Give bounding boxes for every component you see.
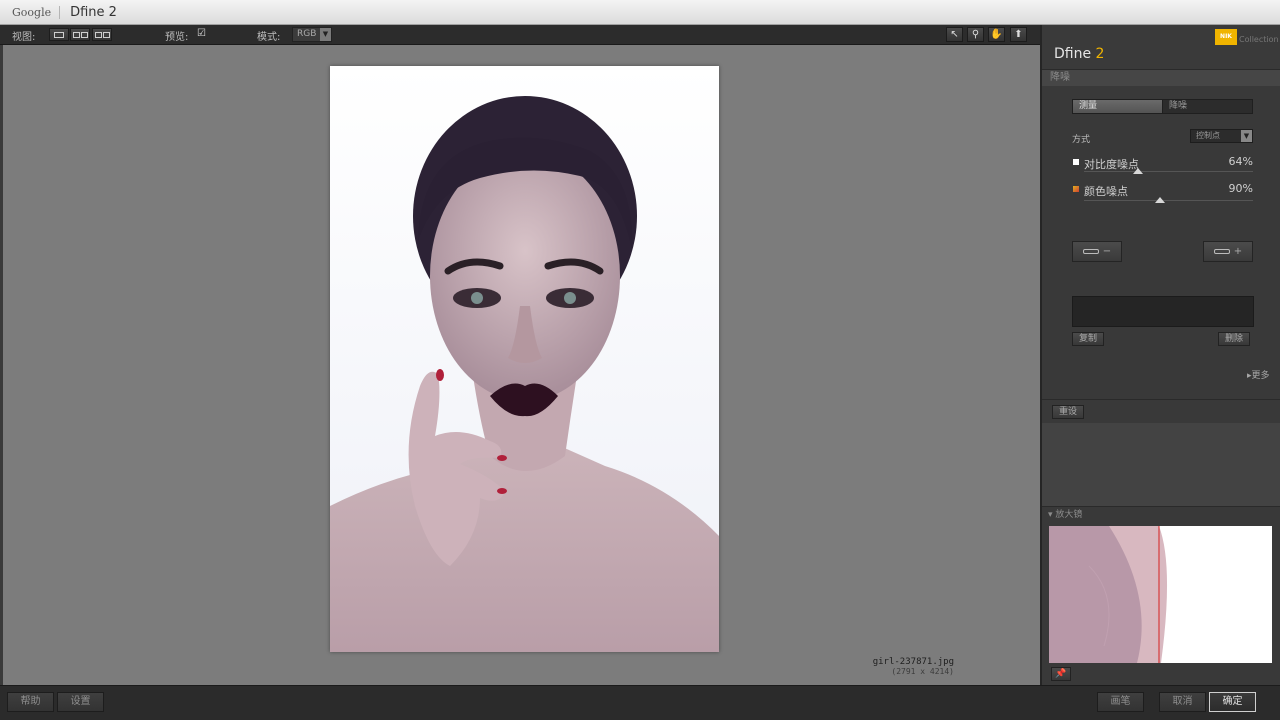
method-label: 方式 [1072,135,1091,145]
hand-icon: ✋ [990,29,1003,40]
contrast-noise-label: 对比度噪点 [1084,158,1139,171]
reset-row: 重设 [1042,399,1280,423]
preview-label: 预览: [165,32,189,43]
control-point-icon [1213,249,1230,254]
split-view-icon [72,31,80,38]
loupe-pin-button[interactable]: 📌 [1051,667,1071,681]
hand-tool-button[interactable]: ✋ [988,27,1005,42]
contrast-swatch-icon [1073,159,1079,165]
view-split-button[interactable] [70,28,90,41]
pointer-tool-button[interactable]: ↖ [946,27,963,42]
panel-header: NIK Collection Dfine 2 [1042,25,1280,70]
more-label: 更多 [1251,371,1270,381]
side-by-side-icon [94,31,102,38]
chevron-down-icon: ▾ [1048,510,1053,520]
nik-logo-icon: NIK [1215,29,1237,45]
pin-tool-button[interactable]: ⬆ [1010,27,1027,42]
cancel-button[interactable]: 取消 [1159,692,1206,712]
pin-icon: 📌 [1055,669,1067,679]
side-by-side-icon [102,31,110,38]
mode-select-value: RGB [297,29,317,39]
mode-label: 模式: [257,32,281,43]
method-select-value: 控制点 [1196,131,1220,140]
image-dimensions: (2791 x 4214) [891,667,954,676]
loupe-image [1049,526,1272,663]
loupe-section: ▾ 放大镜 📌 [1042,506,1280,685]
method-select[interactable]: 控制点 ▼ [1190,129,1253,143]
view-side-by-side-button[interactable] [92,28,112,41]
title-bar: Google Dfine 2 [0,0,1280,25]
control-point-icon [1082,249,1099,254]
single-view-icon [54,31,64,38]
top-toolbar: 视图: 预览: ☑ 模式: RGB ▼ ↖ ⚲ ✋ ⬆ [0,25,1040,45]
split-view-icon [80,31,88,38]
noise-reduction-section: 测量 降噪 方式 控制点 ▼ 对比度噪点 64% 颜色噪点 90% − + 复制… [1042,86,1280,399]
color-noise-slider[interactable]: 颜色噪点 90% [1072,181,1253,207]
photo-preview[interactable] [330,66,719,652]
portrait-photo [330,66,719,652]
bottom-bar: 帮助 设置 画笔 取消 确定 [0,685,1280,720]
brush-button[interactable]: 画笔 [1097,692,1144,712]
color-noise-value: 90% [1228,182,1253,195]
color-swatch-icon [1073,186,1079,192]
view-single-button[interactable] [49,28,69,41]
arrow-pointer-icon: ↖ [950,29,959,40]
loupe-title[interactable]: ▾ 放大镜 [1042,507,1280,523]
contrast-noise-slider[interactable]: 对比度噪点 64% [1072,154,1253,180]
help-button[interactable]: 帮助 [7,692,54,712]
panel-empty-area [1042,423,1280,506]
app-version: 2 [1095,46,1105,62]
delete-button[interactable]: 删除 [1218,332,1251,346]
chevron-down-icon: ▼ [320,28,331,41]
view-label: 视图: [12,32,36,43]
image-canvas[interactable] [0,45,1040,685]
copy-button[interactable]: 复制 [1072,332,1105,346]
mode-select[interactable]: RGB ▼ [292,27,332,42]
color-noise-label: 颜色噪点 [1084,185,1128,198]
app-name: Dfine 2 [1054,46,1104,62]
magnifier-icon: ⚲ [971,29,980,40]
chevron-down-icon: ▼ [1241,130,1252,142]
tab-reduce[interactable]: 降噪 [1162,100,1252,113]
minus-icon: − [1102,246,1112,257]
settings-button[interactable]: 设置 [57,692,104,712]
window-title: Dfine 2 [70,4,117,20]
image-filename: girl-237871.jpg (2791 x 4214) [873,657,954,677]
slider-thumb[interactable] [1133,168,1144,174]
tab-measure[interactable]: 测量 [1073,100,1162,113]
slider-track[interactable] [1084,200,1253,201]
dfine-app-window: Google Dfine 2 视图: 预览: ☑ 模式: RGB ▼ ↖ ⚲ ✋… [0,0,1280,720]
ok-button[interactable]: 确定 [1209,692,1256,712]
app-name-text: Dfine [1054,46,1092,62]
control-point-list[interactable] [1072,296,1254,327]
loupe-preview [1049,526,1272,663]
slider-track[interactable] [1084,171,1253,172]
more-link[interactable]: ▸更多 [1247,368,1270,381]
remove-control-point-button[interactable]: − [1072,241,1122,262]
zoom-tool-button[interactable]: ⚲ [967,27,984,42]
collection-label: Collection [1239,35,1279,44]
google-brand: Google [0,5,61,19]
add-control-point-button[interactable]: + [1203,241,1253,262]
control-panel: NIK Collection Dfine 2 降噪 测量 降噪 方式 控制点 ▼… [1040,25,1280,685]
preview-checkbox[interactable]: ☑ [197,29,207,39]
contrast-noise-value: 64% [1228,155,1253,168]
filename-text: girl-237871.jpg [872,657,954,667]
reset-button[interactable]: 重设 [1052,405,1085,419]
slider-thumb[interactable] [1155,197,1166,203]
loupe-title-text: 放大镜 [1055,510,1083,520]
mode-tabs: 测量 降噪 [1072,99,1253,114]
pin-icon: ⬆ [1014,29,1023,40]
noise-reduction-section-title[interactable]: 降噪 [1042,70,1280,86]
plus-icon: + [1233,246,1243,257]
